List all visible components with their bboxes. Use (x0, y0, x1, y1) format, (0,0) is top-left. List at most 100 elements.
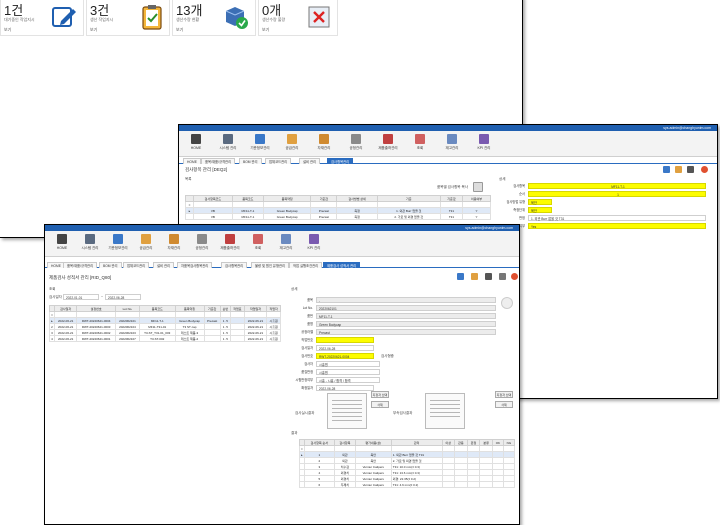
ribbon-inventory[interactable]: 재고관리 (275, 234, 297, 256)
print-icon[interactable] (499, 273, 506, 280)
search-section-label: 조회 (49, 287, 56, 291)
field-inspection-item: 검사항목 MF11-T-1 (503, 183, 713, 189)
result-grid: 검사항목 순서 검사항목 평가내용(상) 관리 이상 관용 판정 분류 OK N… (299, 439, 516, 488)
tab-strip: HOME 품목/재품/규격관리 BOM 관리 업체코드관리 설비 관리 검사항목… (179, 157, 717, 164)
edit-icon (52, 7, 76, 27)
stat-desc: 생산 작업지시 (90, 17, 114, 22)
ribbon-material[interactable]: 자재관리 (313, 134, 335, 156)
table-row[interactable]: 6 두께치 Vernier Calipers T31: 4.6 mm(± 0.2) (299, 481, 516, 488)
delete-button[interactable]: 삭제 (495, 401, 513, 408)
tab-bom[interactable]: BOM 관리 (99, 262, 122, 268)
add-icon[interactable] (471, 273, 478, 280)
clipboard-check-icon (142, 5, 162, 30)
copy-items-button[interactable] (473, 182, 483, 192)
home-icon (191, 134, 201, 144)
delete-button[interactable]: 삭제 (371, 401, 389, 408)
ribbon-system[interactable]: 시스템 관리 (79, 234, 101, 256)
close-icon[interactable] (511, 273, 518, 280)
close-icon[interactable] (701, 166, 708, 173)
ribbon-inquiry[interactable]: 조회 (247, 234, 269, 256)
field-confirm-date: 확정일자 2022-06-28 (291, 385, 513, 391)
clipboard-icon (141, 234, 151, 244)
system-icon (85, 234, 95, 244)
tab-item[interactable]: 품목/재품/규격관리 (63, 262, 98, 268)
ribbon-master[interactable]: 기준정보관리 (107, 234, 129, 256)
tab-vendor[interactable]: 업체코드관리 (123, 262, 150, 268)
ribbon-supply[interactable]: 공급관리 (281, 134, 303, 156)
main-ribbon: HOME 시스템 관리 기준정보관리 공급관리 자재관리 공정관리 제품출하관리… (179, 131, 717, 157)
shipping-icon (383, 134, 393, 144)
inspection-result-image[interactable] (327, 393, 367, 429)
ribbon-master[interactable]: 기준정보관리 (249, 134, 271, 156)
field-inspection-date: 검사일자 2022-06-28 (291, 345, 513, 351)
table-row[interactable]: 4 2022-06-21 RWT-20220621-0001 2022062107 T3… (49, 335, 281, 342)
tab-item[interactable]: 품목/재품/규격관리 (201, 158, 236, 164)
date-from-field: 2022-01-01 (63, 294, 103, 300)
tab-defect-type[interactable]: 불량 및 원인 유형관리 (251, 262, 290, 268)
tab-inspection-item[interactable]: 검사항목관리 (327, 158, 354, 164)
view-more-link[interactable]: 보기 (262, 27, 269, 33)
search-users-icon[interactable] (457, 273, 464, 280)
ribbon-system[interactable]: 시스템 관리 (217, 134, 239, 156)
process-icon (351, 134, 361, 144)
ribbon-inventory[interactable]: 재고관리 (441, 134, 463, 156)
tab-strip: HOME 품목/재품/규격관리 BOM 관리 업체코드관리 설비 관리 자품목검… (45, 261, 519, 268)
field-unit: 측정단위 육안 (503, 207, 713, 213)
box-check-icon (225, 7, 248, 29)
date-to-field: 2022-06-28 (105, 294, 145, 300)
field-part-name: 품명 Green Bodycap (291, 321, 513, 327)
ribbon-kpi[interactable]: KPI 관리 (303, 234, 325, 256)
search-users-icon[interactable] (663, 166, 670, 173)
stat-card-production-qty[interactable]: 13개 생산수량 현황 보기 (172, 0, 256, 36)
ribbon-supply[interactable]: 공급관리 (135, 234, 157, 256)
add-icon[interactable] (675, 166, 682, 173)
ribbon-inquiry[interactable]: 조회 (409, 134, 431, 156)
process-icon (197, 234, 207, 244)
attach-button[interactable]: 지정자 선택 (371, 391, 389, 398)
save-icon[interactable] (485, 273, 492, 280)
ribbon-process[interactable]: 공정관리 (191, 234, 213, 256)
tab-inspection-report[interactable]: 제품검사 성적서 관리 (323, 262, 361, 268)
ribbon-kpi[interactable]: KPI 관리 (473, 134, 495, 156)
field-quality-judgement: 품질판정 시흥원 (291, 369, 513, 375)
list-section-label: 목록 (185, 177, 192, 181)
stat-card-work-orders[interactable]: 3건 생산 작업지시 보기 (86, 0, 170, 36)
tab-work-condition[interactable]: 작업 실행조건관리 (289, 262, 323, 268)
stat-card-defects[interactable]: 0개 생산수량 불량 보기 (258, 0, 338, 36)
inspection-report-grid: 검사일자 설정번호 Lot No. 품목코드 품목약칭 기준값 순번 작업표 작… (49, 305, 281, 342)
tab-bom[interactable]: BOM 관리 (239, 158, 262, 164)
attached-result-image[interactable] (425, 393, 465, 429)
view-more-link[interactable]: 보기 (90, 27, 97, 33)
inspection-item-grid: 검사항목코드 품목코드 품목약칭 기준값 검사방법 상세 기준 기준값 이용여부… (185, 195, 491, 220)
ribbon-process[interactable]: 공정관리 (345, 134, 367, 156)
main-ribbon: HOME 시스템 관리 기준정보관리 공급관리 자재관리 공정관리 제품출하관리… (45, 231, 519, 257)
stat-desc: 대기중인 작업지시 (4, 17, 35, 22)
pencil-icon (255, 134, 265, 144)
tab-vendor[interactable]: 업체코드관리 (265, 158, 292, 164)
stat-card-pending-orders[interactable]: 1건 대기중인 작업지시 보기 (0, 0, 84, 36)
tab-sub-item-inspection[interactable]: 자품목검사항목관리 (177, 262, 213, 268)
field-inspection-no: 검사번호 RWT-20220621-0004 (291, 353, 513, 359)
attach-button[interactable]: 지정자 선택 (495, 391, 513, 398)
home-icon (57, 234, 67, 244)
ribbon-material[interactable]: 자재관리 (163, 234, 185, 256)
view-more-link[interactable]: 보기 (176, 27, 183, 33)
page-title: 검사항목 관리 [DEQ2] (185, 167, 228, 172)
copy-items-label: 품목별 검사항목 복사 (437, 185, 468, 189)
view-more-link[interactable]: 보기 (4, 27, 11, 33)
stat-desc: 생산수량 불량 (262, 17, 286, 22)
detail-section-label: 상세 (291, 287, 298, 291)
ribbon-home[interactable]: HOME (185, 134, 207, 156)
tab-home[interactable]: HOME (183, 158, 201, 164)
tab-equipment[interactable]: 설비 관리 (153, 262, 175, 268)
tab-inspection-item[interactable]: 검사항목관리 (221, 262, 248, 268)
kpi-icon (309, 234, 319, 244)
ribbon-shipping[interactable]: 제품출하관리 (219, 234, 241, 256)
system-icon (223, 134, 233, 144)
save-icon[interactable] (687, 166, 694, 173)
tab-equipment[interactable]: 설비 관리 (299, 158, 321, 164)
ribbon-shipping[interactable]: 제품출하관리 (377, 134, 399, 156)
ribbon-home[interactable]: HOME (51, 234, 73, 256)
table-row[interactable]: VB MF11-T-1 Green Bodycap Precast 측정 2. 가로 및 … (185, 213, 491, 220)
truck-icon (169, 234, 179, 244)
